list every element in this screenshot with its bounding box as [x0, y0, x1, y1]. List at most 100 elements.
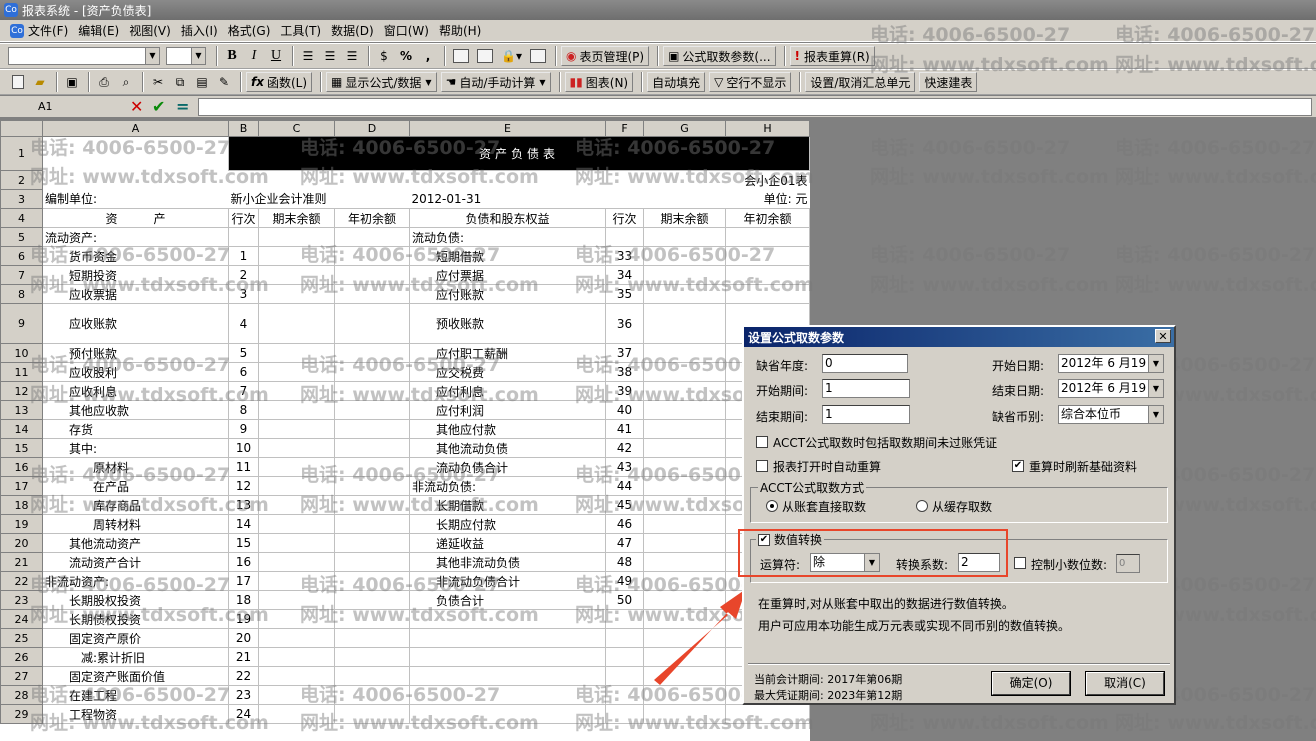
liability-end-balance[interactable]	[643, 284, 726, 304]
date-cell[interactable]: 2012-01-31	[410, 190, 644, 209]
asset-item[interactable]: 应收股利	[42, 362, 229, 382]
row-header[interactable]: 21	[0, 552, 43, 572]
asset-item[interactable]: 原材料	[42, 457, 229, 477]
asset-end-balance[interactable]	[258, 552, 335, 572]
asset-item[interactable]: 货币资金	[42, 246, 229, 266]
liability-item[interactable]: 应付账款	[409, 284, 606, 304]
asset-end-balance[interactable]	[258, 647, 335, 667]
liability-item[interactable]: 短期借款	[409, 246, 606, 266]
new-file-icon[interactable]	[8, 72, 28, 92]
asset-end-balance[interactable]	[258, 514, 335, 534]
asset-begin-balance[interactable]	[334, 552, 410, 572]
row-header[interactable]: 7	[0, 265, 43, 285]
direct-fetch-radio[interactable]	[766, 500, 778, 512]
liability-item[interactable]: 应交税费	[409, 362, 606, 382]
asset-item[interactable]: 其他应收款	[42, 400, 229, 420]
end-period-input[interactable]: 1	[822, 405, 910, 424]
liability-end-balance[interactable]	[643, 514, 726, 534]
liability-line-no[interactable]: 49	[605, 571, 644, 591]
header-cell[interactable]: 期末余额	[258, 208, 335, 228]
liability-item[interactable]	[409, 647, 606, 667]
liability-item[interactable]	[409, 704, 606, 724]
asset-begin-balance[interactable]	[334, 609, 410, 629]
liability-item[interactable]: 应付票据	[409, 265, 606, 285]
asset-begin-balance[interactable]	[334, 381, 410, 401]
asset-item[interactable]: 其他流动资产	[42, 533, 229, 553]
asset-item[interactable]: 非流动资产:	[42, 571, 229, 591]
standard-cell[interactable]: 新小企业会计准则	[229, 190, 410, 209]
asset-item[interactable]: 库存商品	[42, 495, 229, 515]
liability-line-no[interactable]: 48	[605, 552, 644, 572]
liability-item[interactable]: 非流动负债:	[409, 476, 606, 496]
bold-button[interactable]: B	[222, 46, 242, 66]
asset-end-balance[interactable]	[258, 590, 335, 610]
row-header[interactable]: 5	[0, 227, 43, 247]
liability-end-balance[interactable]	[643, 265, 726, 285]
font-size-combo[interactable]: ▼	[166, 47, 206, 65]
row-header[interactable]: 12	[0, 381, 43, 401]
row-header[interactable]: 28	[0, 685, 43, 705]
row-header[interactable]: 11	[0, 362, 43, 382]
row-header[interactable]: 26	[0, 647, 43, 667]
asset-end-balance[interactable]	[258, 609, 335, 629]
asset-end-balance[interactable]	[258, 381, 335, 401]
liability-line-no[interactable]: 50	[605, 590, 644, 610]
show-formula-button[interactable]: ▦ 显示公式/数据 ▼	[326, 72, 437, 92]
asset-line-no[interactable]: 18	[228, 590, 259, 610]
asset-line-no[interactable]: 13	[228, 495, 259, 515]
liability-end-balance[interactable]	[643, 400, 726, 420]
paste-icon[interactable]: ▤	[192, 72, 212, 92]
asset-begin-balance[interactable]	[334, 495, 410, 515]
liability-end-balance[interactable]	[643, 303, 726, 344]
liability-item[interactable]: 递延收益	[409, 533, 606, 553]
cancel-button[interactable]: 取消(C)	[1086, 672, 1164, 695]
row-header[interactable]: 25	[0, 628, 43, 648]
liability-item[interactable]: 流动负债:	[409, 227, 606, 247]
asset-item[interactable]: 短期投资	[42, 265, 229, 285]
liability-line-no[interactable]	[605, 609, 644, 629]
header-cell[interactable]: 资 产	[42, 208, 229, 228]
liability-item[interactable]: 应付职工薪酬	[409, 343, 606, 363]
asset-line-no[interactable]: 1	[228, 246, 259, 266]
liability-line-no[interactable]	[605, 685, 644, 705]
asset-line-no[interactable]: 11	[228, 457, 259, 477]
asset-item[interactable]: 工程物资	[42, 704, 229, 724]
liability-line-no[interactable]: 46	[605, 514, 644, 534]
asset-end-balance[interactable]	[258, 303, 335, 344]
asset-begin-balance[interactable]	[334, 265, 410, 285]
auto-recalc-checkbox[interactable]	[756, 460, 768, 472]
asset-end-balance[interactable]	[258, 419, 335, 439]
menu-format[interactable]: 格式(G)	[228, 22, 271, 39]
asset-end-balance[interactable]	[258, 476, 335, 496]
default-year-input[interactable]: 0	[822, 354, 908, 373]
asset-line-no[interactable]: 10	[228, 438, 259, 458]
col-header[interactable]: G	[643, 120, 726, 137]
quick-build-button[interactable]: 快速建表	[919, 72, 978, 92]
equals-icon[interactable]: =	[176, 97, 189, 116]
liability-begin-balance[interactable]	[725, 704, 810, 724]
col-header[interactable]: D	[334, 120, 410, 137]
formula-input[interactable]	[198, 98, 1312, 116]
open-folder-icon[interactable]: ▰	[30, 72, 50, 92]
border-icon[interactable]	[450, 46, 472, 66]
asset-line-no[interactable]: 15	[228, 533, 259, 553]
col-header[interactable]: B	[228, 120, 259, 137]
asset-begin-balance[interactable]	[334, 227, 410, 247]
liability-item[interactable]: 其他流动负债	[409, 438, 606, 458]
cache-fetch-radio[interactable]	[916, 500, 928, 512]
liability-end-balance[interactable]	[643, 438, 726, 458]
liability-line-no[interactable]	[605, 227, 644, 247]
row-header[interactable]: 19	[0, 514, 43, 534]
asset-begin-balance[interactable]	[334, 666, 410, 686]
menu-data[interactable]: 数据(D)	[331, 22, 374, 39]
lock-icon[interactable]: 🔒▾	[498, 46, 525, 66]
print-icon[interactable]: ⎙	[94, 72, 114, 92]
liability-line-no[interactable]: 38	[605, 362, 644, 382]
asset-end-balance[interactable]	[258, 438, 335, 458]
liability-line-no[interactable]: 43	[605, 457, 644, 477]
row-header[interactable]: 6	[0, 246, 43, 266]
asset-begin-balance[interactable]	[334, 457, 410, 477]
asset-end-balance[interactable]	[258, 265, 335, 285]
liability-end-balance[interactable]	[643, 476, 726, 496]
asset-end-balance[interactable]	[258, 685, 335, 705]
